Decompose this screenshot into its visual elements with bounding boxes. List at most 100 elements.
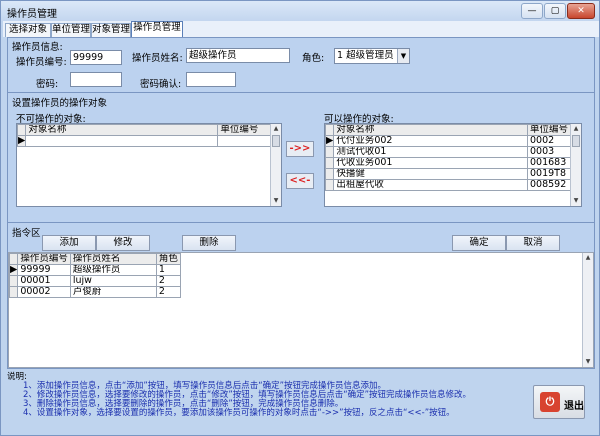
operator-name-cell[interactable]: 卢俊蔚 (69, 286, 157, 298)
operator-name-label: 操作员姓名: (132, 53, 183, 64)
command-section: 指令区 添加 修改 删除 确定 取消 (8, 222, 594, 251)
operator-name-cell[interactable]: 超级操作员 (69, 264, 157, 276)
scroll-thumb[interactable] (572, 135, 580, 147)
table-row[interactable]: ▶ 代付业务002 0002 (325, 135, 572, 147)
row-selector[interactable] (325, 146, 335, 158)
operator-id-cell[interactable]: 99999 (17, 264, 71, 276)
table-row[interactable]: 测试代收01 0003 (325, 146, 572, 158)
password-label: 密码: (36, 79, 59, 90)
operator-id-field[interactable]: 99999 (70, 50, 122, 65)
operators-grid[interactable]: 操作员编号 操作员姓名 角色 ▶ 99999 超级操作员 1 00001 lujw 2 000… (8, 252, 594, 368)
operator-id-cell[interactable]: 00001 (17, 275, 71, 287)
tab-unit-management[interactable]: 单位管理 (51, 23, 91, 37)
role-select[interactable]: 1 超级管理员 ▼ (334, 48, 410, 64)
row-selector[interactable] (325, 179, 335, 191)
object-name-cell[interactable]: 代付业务002 (333, 135, 528, 147)
empty-cell[interactable] (217, 135, 271, 147)
col-role: 角色 (155, 253, 181, 265)
password-confirm-field[interactable] (186, 72, 236, 87)
remove-object-button[interactable]: <<- (286, 173, 314, 189)
col-operator-name: 操作员姓名 (69, 253, 157, 265)
unit-no-cell[interactable]: 0002 (526, 135, 572, 147)
scroll-thumb[interactable] (272, 135, 280, 147)
operator-name-field[interactable]: 超级操作员 (186, 48, 290, 63)
role-cell[interactable]: 2 (155, 286, 181, 298)
table-row[interactable]: 快播健 0019T8 (325, 168, 572, 180)
col-object-name: 对象名称 (25, 124, 219, 136)
minimize-button[interactable]: — (521, 3, 543, 19)
unit-no-cell[interactable]: 0019T8 (526, 168, 572, 180)
role-cell[interactable]: 2 (155, 275, 181, 287)
power-icon: ⏻ (540, 392, 560, 412)
scroll-down-icon[interactable]: ▼ (583, 357, 593, 367)
title-bar: 操作员管理 — ▢ ✕ (1, 1, 599, 21)
table-row[interactable]: 00001 lujw 2 (9, 275, 181, 287)
grid-corner (17, 124, 27, 136)
available-objects-grid[interactable]: 对象名称 单位编号 ▶ 代付业务002 0002 测试代收01 0003 代收业务001 0… (324, 123, 582, 207)
close-button[interactable]: ✕ (567, 3, 595, 19)
object-name-cell[interactable]: 出租屋代收 (333, 179, 528, 191)
operator-name-cell[interactable]: lujw (69, 275, 157, 287)
role-cell[interactable]: 1 (155, 264, 181, 276)
row-pointer-icon[interactable]: ▶ (325, 135, 335, 147)
table-row[interactable]: 00002 卢俊蔚 2 (9, 286, 181, 298)
table-row[interactable]: 出租屋代收 008592 (325, 179, 572, 191)
operator-info-section: 操作员信息: 操作员编号: 99999 操作员姓名: 超级操作员 角色: 1 超… (8, 38, 594, 90)
scroll-up-icon[interactable]: ▲ (583, 253, 593, 263)
tab-operator-management[interactable]: 操作员管理 (131, 21, 183, 37)
scroll-down-icon[interactable]: ▼ (271, 196, 281, 206)
scrollbar[interactable]: ▲ ▼ (570, 124, 581, 206)
row-selector[interactable] (325, 168, 335, 180)
password-confirm-label: 密码确认: (140, 79, 182, 90)
add-object-button[interactable]: ->> (286, 141, 314, 157)
tab-bar: 选择对象 单位管理 对象管理 操作员管理 (3, 21, 599, 37)
scroll-down-icon[interactable]: ▼ (571, 196, 581, 206)
row-selector[interactable] (9, 286, 19, 298)
help-line: 4、设置操作对象，选择要设置的操作员，要添加该操作员可操作的对象时点击“->>”… (23, 408, 455, 418)
row-selector[interactable] (325, 157, 335, 169)
row-selector[interactable] (9, 275, 19, 287)
command-header: 指令区 (12, 228, 41, 239)
col-unit-no: 单位编号 (526, 124, 572, 136)
scrollbar[interactable]: ▲ ▼ (582, 253, 593, 367)
object-name-cell[interactable]: 代收业务001 (333, 157, 528, 169)
unavailable-objects-grid[interactable]: 对象名称 单位编号 ▶ ▲ ▼ (16, 123, 282, 207)
tab-object-management[interactable]: 对象管理 (91, 23, 131, 37)
tab-content: 操作员信息: 操作员编号: 99999 操作员姓名: 超级操作员 角色: 1 超… (7, 37, 595, 369)
password-field[interactable] (70, 72, 122, 87)
tab-select-object[interactable]: 选择对象 (5, 23, 51, 37)
col-unit-no: 单位编号 (217, 124, 271, 136)
scroll-up-icon[interactable]: ▲ (271, 124, 281, 134)
grid-corner (325, 124, 335, 136)
role-label: 角色: (302, 53, 325, 64)
exit-button[interactable]: ⏻ 退出 (533, 385, 585, 419)
operator-id-label: 操作员编号: (16, 57, 67, 68)
object-name-cell[interactable]: 快播健 (333, 168, 528, 180)
col-object-name: 对象名称 (333, 124, 528, 136)
role-select-value: 1 超级管理员 (337, 50, 394, 61)
col-operator-id: 操作员编号 (17, 253, 71, 265)
scrollbar[interactable]: ▲ ▼ (270, 124, 281, 206)
row-pointer-icon[interactable]: ▶ (9, 264, 19, 276)
object-assignment-section: 设置操作员的操作对象 不可操作的对象: 对象名称 单位编号 ▶ ▲ ▼ ->> … (8, 92, 594, 220)
unit-no-cell[interactable]: 0003 (526, 146, 572, 158)
table-row[interactable]: 代收业务001 001683 (325, 157, 572, 169)
add-button[interactable]: 添加 (42, 235, 96, 251)
unit-no-cell[interactable]: 001683 (526, 157, 572, 169)
ok-button[interactable]: 确定 (452, 235, 506, 251)
main-window: 操作员管理 — ▢ ✕ 选择对象 单位管理 对象管理 操作员管理 操作员信息: … (0, 0, 600, 436)
cancel-button[interactable]: 取消 (506, 235, 560, 251)
object-name-cell[interactable]: 测试代收01 (333, 146, 528, 158)
table-row[interactable]: ▶ 99999 超级操作员 1 (9, 264, 181, 276)
scroll-up-icon[interactable]: ▲ (571, 124, 581, 134)
row-pointer-icon: ▶ (17, 135, 27, 147)
operator-info-header: 操作员信息: (12, 42, 63, 53)
empty-cell[interactable] (25, 135, 219, 147)
unit-no-cell[interactable]: 008592 (526, 179, 572, 191)
help-panel: 说明: 1、添加操作员信息，点击“添加”按钮，填写操作员信息后点击“确定”按钮完… (7, 373, 527, 435)
grid-corner (9, 253, 19, 265)
delete-button[interactable]: 删除 (182, 235, 236, 251)
maximize-button[interactable]: ▢ (544, 3, 566, 19)
operator-id-cell[interactable]: 00002 (17, 286, 71, 298)
edit-button[interactable]: 修改 (96, 235, 150, 251)
